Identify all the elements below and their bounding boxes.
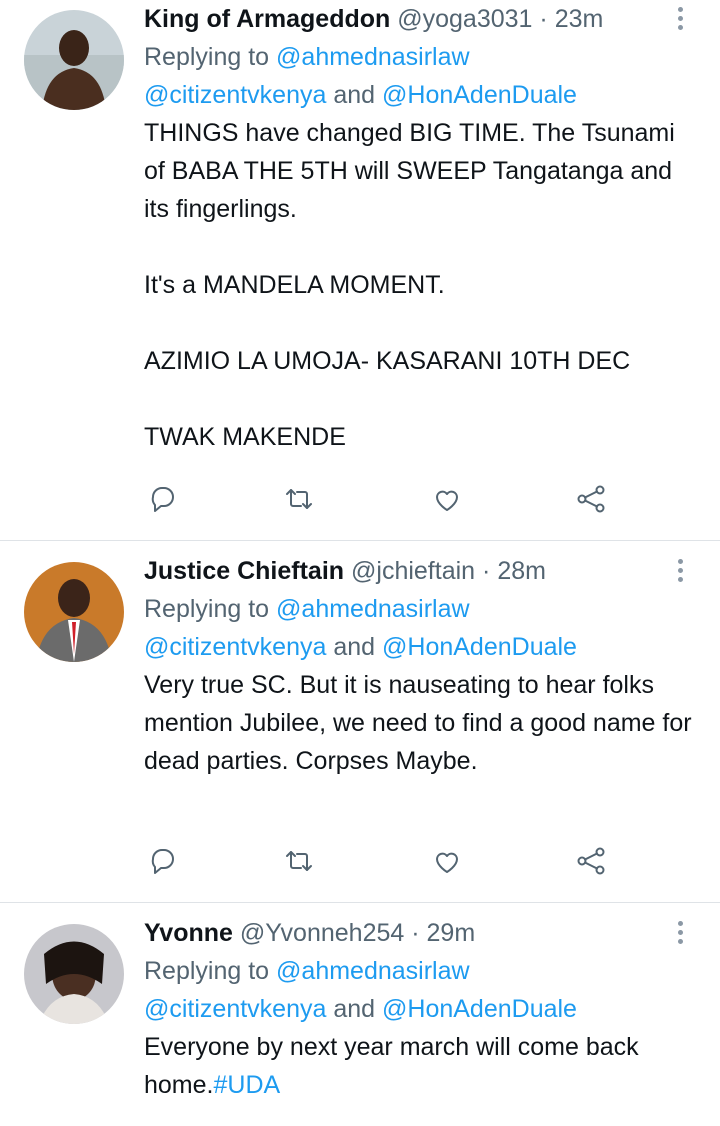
like-icon[interactable]: [430, 844, 464, 878]
reply-icon[interactable]: [146, 482, 180, 516]
replying-to: Replying to @ahmednasirlaw @citizentvken…: [144, 38, 700, 114]
reply-icon[interactable]: [146, 844, 180, 878]
replying-to-label: Replying to: [144, 43, 277, 71]
tweet-actions: [0, 844, 720, 884]
timestamp[interactable]: 29m: [427, 919, 476, 947]
mention-link[interactable]: @ahmednasirlaw: [276, 595, 470, 623]
mention-link[interactable]: @HonAdenDuale: [382, 995, 577, 1023]
mention-link[interactable]: @ahmednasirlaw: [276, 43, 470, 71]
replying-to-label: Replying to: [144, 957, 277, 985]
more-icon[interactable]: [670, 556, 690, 586]
tweet-actions: [0, 482, 720, 522]
timestamp[interactable]: 23m: [555, 5, 604, 33]
display-name[interactable]: Yvonne: [144, 919, 233, 947]
tweet[interactable]: Yvonne @Yvonneh254 · 29m Replying to @ah…: [0, 902, 720, 1126]
mention-link[interactable]: @citizentvkenya: [144, 633, 326, 661]
display-name[interactable]: Justice Chieftain: [144, 557, 344, 585]
hashtag-link[interactable]: #UDA: [213, 1071, 280, 1099]
user-handle[interactable]: @yoga3031: [397, 5, 532, 33]
separator-dot: ·: [411, 919, 420, 947]
avatar[interactable]: [24, 10, 124, 110]
like-icon[interactable]: [430, 482, 464, 516]
reply-and-text: and: [326, 995, 383, 1023]
tweet-header: King of Armageddon @yoga3031 · 23m: [144, 0, 700, 38]
mention-link[interactable]: @citizentvkenya: [144, 81, 326, 109]
retweet-icon[interactable]: [282, 844, 316, 878]
tweet-text: Everyone by next year march will come ba…: [144, 1028, 700, 1104]
avatar[interactable]: [24, 562, 124, 662]
timestamp[interactable]: 28m: [497, 557, 546, 585]
replying-to-label: Replying to: [144, 595, 277, 623]
tweet[interactable]: King of Armageddon @yoga3031 · 23m Reply…: [0, 0, 720, 541]
user-handle[interactable]: @jchieftain: [351, 557, 475, 585]
tweet-header: Yvonne @Yvonneh254 · 29m: [144, 914, 700, 952]
replying-to: Replying to @ahmednasirlaw @citizentvken…: [144, 590, 700, 666]
share-icon[interactable]: [574, 482, 608, 516]
more-icon[interactable]: [670, 918, 690, 948]
retweet-icon[interactable]: [282, 482, 316, 516]
user-handle[interactable]: @Yvonneh254: [240, 919, 404, 947]
share-icon[interactable]: [574, 844, 608, 878]
reply-and-text: and: [326, 81, 383, 109]
mention-link[interactable]: @HonAdenDuale: [382, 633, 577, 661]
tweet-text: THINGS have changed BIG TIME. The Tsunam…: [144, 119, 675, 451]
mention-link[interactable]: @HonAdenDuale: [382, 81, 577, 109]
mention-link[interactable]: @citizentvkenya: [144, 995, 326, 1023]
tweet-text: Very true SC. But it is nauseating to he…: [144, 671, 699, 775]
more-icon[interactable]: [670, 4, 690, 34]
display-name[interactable]: King of Armageddon: [144, 5, 390, 33]
separator-dot: ·: [539, 5, 548, 33]
separator-dot: ·: [482, 557, 491, 585]
reply-and-text: and: [326, 633, 383, 661]
replying-to: Replying to @ahmednasirlaw @citizentvken…: [144, 952, 700, 1028]
avatar[interactable]: [24, 924, 124, 1024]
tweet[interactable]: Justice Chieftain @jchieftain · 28m Repl…: [0, 540, 720, 903]
mention-link[interactable]: @ahmednasirlaw: [276, 957, 470, 985]
tweet-header: Justice Chieftain @jchieftain · 28m: [144, 552, 700, 590]
